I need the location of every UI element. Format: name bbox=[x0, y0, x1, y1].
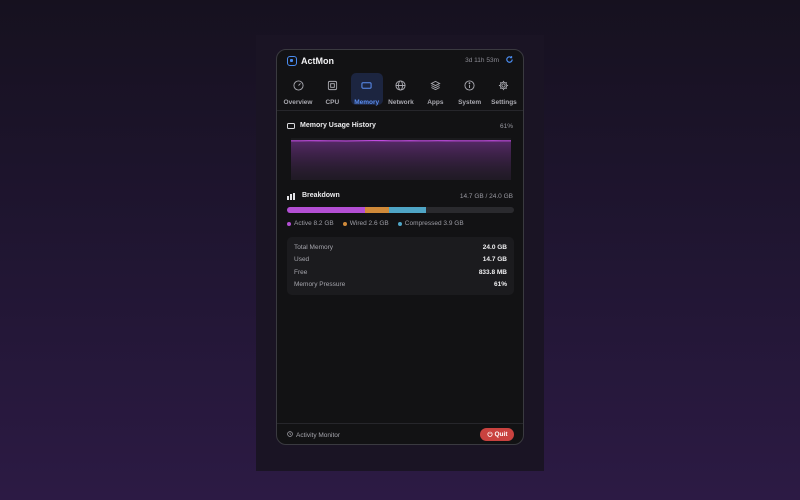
tab-label: CPU bbox=[325, 99, 340, 106]
breakdown-segment-wired bbox=[364, 207, 390, 213]
tab-label: Overview bbox=[283, 99, 313, 106]
app-logo-icon bbox=[287, 56, 297, 66]
tab-label: Memory bbox=[354, 99, 380, 106]
tab-settings[interactable]: Settings bbox=[488, 73, 520, 106]
tab-label: Settings bbox=[491, 99, 517, 106]
tab-apps[interactable]: Apps bbox=[419, 73, 451, 106]
legend-dot bbox=[342, 221, 347, 226]
memory-icon bbox=[287, 123, 295, 129]
tab-network[interactable]: Network bbox=[385, 73, 417, 106]
uptime-label: 3d 11h 53m bbox=[465, 57, 499, 64]
stat-value: 61% bbox=[493, 281, 507, 288]
stat-value: 833.8 MB bbox=[478, 268, 507, 276]
menu-bar-popover: ActMon 3d 11h 53m Overview CPU Memory Ne… bbox=[276, 49, 524, 445]
stat-row-total: Total Memory 24.0 GB bbox=[294, 242, 507, 252]
stat-row-free: Free 833.8 MB bbox=[294, 267, 507, 277]
memory-history-chart bbox=[291, 138, 511, 180]
stat-label: Used bbox=[294, 256, 310, 263]
refresh-icon[interactable] bbox=[504, 55, 514, 65]
memory-icon bbox=[361, 78, 372, 96]
legend-label: Wired 2.6 GB bbox=[349, 220, 389, 227]
activity-monitor-link[interactable]: Activity Monitor bbox=[287, 431, 340, 439]
tab-cpu[interactable]: CPU bbox=[316, 73, 348, 106]
tab-overview[interactable]: Overview bbox=[282, 73, 314, 106]
stat-label: Total Memory bbox=[294, 243, 334, 251]
footer-divider bbox=[277, 423, 523, 424]
legend-item-compressed: Compressed 3.9 GB bbox=[397, 220, 464, 227]
legend-label: Active 8.2 GB bbox=[294, 220, 334, 227]
gear-icon bbox=[498, 78, 509, 96]
breakdown-segment-compressed bbox=[389, 207, 426, 213]
legend-dot bbox=[397, 221, 402, 226]
info-icon bbox=[464, 78, 475, 96]
stat-value: 14.7 GB bbox=[482, 256, 507, 263]
header: ActMon 3d 11h 53m bbox=[277, 50, 523, 74]
stat-value: 24.0 GB bbox=[482, 243, 507, 251]
legend-item-active: Active 8.2 GB bbox=[287, 220, 334, 227]
legend-dot bbox=[287, 221, 291, 226]
activity-monitor-label: Activity Monitor bbox=[296, 431, 341, 439]
bar-chart-icon bbox=[287, 193, 296, 200]
legend-label: Compressed 3.9 GB bbox=[404, 220, 464, 227]
power-icon bbox=[486, 431, 493, 439]
tab-bar: Overview CPU Memory Network Apps System … bbox=[282, 73, 520, 106]
gauge-icon bbox=[292, 78, 304, 96]
tab-memory[interactable]: Memory bbox=[350, 73, 383, 106]
tab-label: System bbox=[458, 99, 482, 106]
memory-stats-card: Total Memory 24.0 GB Used 14.7 GB Free 8… bbox=[287, 237, 514, 295]
header-divider bbox=[277, 110, 523, 111]
breakdown-segment-active bbox=[287, 207, 365, 213]
layers-icon bbox=[430, 78, 441, 96]
breakdown-legend: Active 8.2 GB Wired 2.6 GB Compressed 3.… bbox=[287, 220, 464, 227]
quit-button[interactable]: Quit bbox=[480, 428, 514, 441]
app-title: ActMon bbox=[301, 56, 334, 66]
quit-label: Quit bbox=[494, 431, 508, 438]
cpu-icon bbox=[327, 78, 338, 96]
stat-row-used: Used 14.7 GB bbox=[294, 255, 507, 265]
stat-label: Memory Pressure bbox=[294, 281, 346, 288]
stat-row-pressure: Memory Pressure 61% bbox=[294, 280, 507, 290]
breakdown-value: 14.7 GB / 24.0 GB bbox=[459, 193, 513, 200]
stat-label: Free bbox=[294, 268, 308, 276]
history-area bbox=[291, 140, 511, 180]
legend-item-wired: Wired 2.6 GB bbox=[342, 220, 389, 227]
globe-icon bbox=[395, 78, 407, 96]
tab-system[interactable]: System bbox=[454, 73, 486, 106]
history-value: 61% bbox=[499, 123, 513, 130]
tab-label: Apps bbox=[427, 99, 444, 106]
activity-icon bbox=[287, 431, 293, 439]
history-title: Memory Usage History bbox=[300, 122, 376, 129]
memory-breakdown-bar bbox=[287, 207, 514, 213]
tab-label: Network bbox=[388, 99, 414, 106]
breakdown-title: Breakdown bbox=[302, 192, 340, 199]
